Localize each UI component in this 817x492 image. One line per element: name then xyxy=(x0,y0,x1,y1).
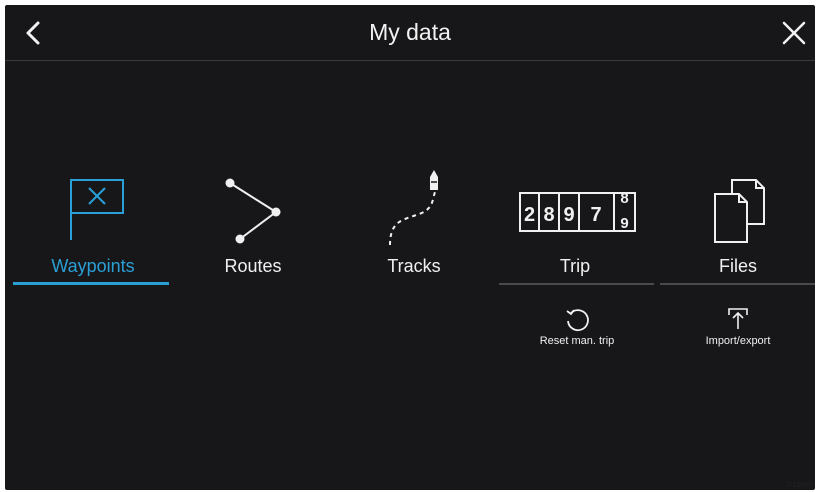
tile-label-waypoints: Waypoints xyxy=(51,256,135,276)
tile-trip[interactable]: 2 8 9 7 8 9 Trip xyxy=(495,170,655,295)
trip-digit: 9 xyxy=(563,204,574,226)
files-divider xyxy=(660,283,815,285)
close-button[interactable] xyxy=(779,18,809,48)
header-bar: My data xyxy=(5,5,815,61)
tile-files[interactable]: Files xyxy=(658,170,815,295)
route-icon xyxy=(225,178,281,244)
page-title: My data xyxy=(369,19,451,45)
trip-rolling-digit: 9 xyxy=(620,215,628,232)
tile-label-trip: Trip xyxy=(559,256,591,276)
trip-divider xyxy=(499,283,654,285)
back-button[interactable] xyxy=(19,18,49,48)
tile-routes[interactable]: Routes xyxy=(173,170,333,295)
tile-label-files: Files xyxy=(718,256,757,276)
tile-label-routes: Routes xyxy=(224,256,282,276)
trip-digit: 7 xyxy=(590,204,601,226)
files-icon xyxy=(714,179,765,243)
active-tab-indicator xyxy=(13,282,169,285)
close-icon xyxy=(782,21,806,45)
document-code: D13691- xyxy=(787,482,814,489)
track-icon xyxy=(389,170,438,246)
trip-rolling-digit: 8 xyxy=(620,190,628,207)
tile-label-tracks: Tracks xyxy=(387,256,441,276)
tile-tracks[interactable]: Tracks xyxy=(334,170,494,295)
my-data-screen: My data Waypoints Routes Tracks 2 8 9 7 … xyxy=(5,5,815,490)
waypoint-flag-icon xyxy=(70,179,124,240)
tile-waypoints[interactable]: Waypoints xyxy=(13,170,173,295)
trip-digit: 2 xyxy=(524,204,535,226)
reset-man-trip-label: Reset man. trip xyxy=(539,335,615,347)
import-export-label: Import/export xyxy=(705,335,771,347)
trip-counter-icon: 2 8 9 7 8 9 xyxy=(519,190,636,232)
chevron-left-icon xyxy=(26,21,40,45)
reset-icon xyxy=(566,309,589,332)
import-export-icon xyxy=(728,308,748,329)
trip-digit: 8 xyxy=(543,204,554,226)
import-export-button[interactable]: Import/export xyxy=(663,305,813,355)
reset-man-trip-button[interactable]: Reset man. trip xyxy=(502,305,652,355)
